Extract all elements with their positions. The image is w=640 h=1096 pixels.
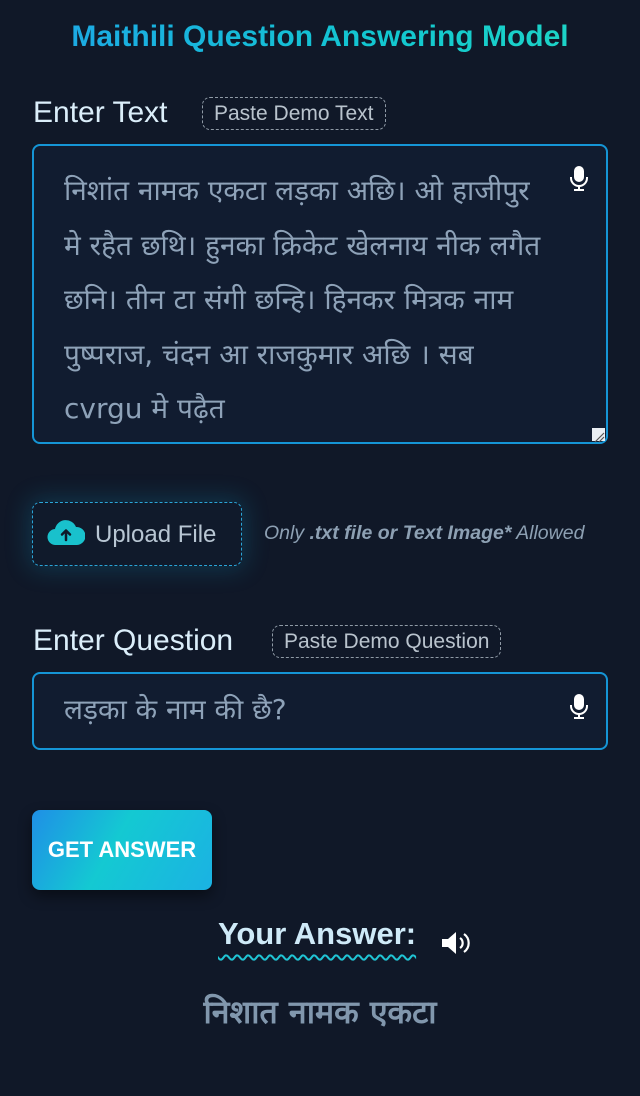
microphone-icon[interactable]: [570, 166, 588, 192]
app-page: Maithili Question Answering Model Enter …: [0, 0, 640, 1096]
upload-file-button[interactable]: Upload File: [32, 502, 242, 566]
enter-text-label: Enter Text: [33, 96, 168, 129]
page-title: Maithili Question Answering Model: [0, 20, 640, 54]
resize-handle[interactable]: [592, 428, 605, 443]
question-input-box[interactable]: लड़का के नाम की छै?: [32, 672, 608, 750]
upload-note-suffix: Allowed: [511, 522, 585, 544]
speaker-volume-icon[interactable]: [440, 930, 472, 956]
paste-demo-text-button[interactable]: Paste Demo Text: [202, 97, 386, 130]
text-input-value[interactable]: निशांत नामक एकटा लड़का अछि। ओ हाजीपुर मे…: [64, 164, 546, 436]
question-input[interactable]: लड़का के नाम की छै?: [64, 690, 546, 730]
your-answer-heading: Your Answer:: [218, 916, 417, 951]
text-input-area[interactable]: निशांत नामक एकटा लड़का अछि। ओ हाजीपुर मे…: [32, 144, 608, 444]
upload-note: Only .txt file or Text Image* Allowed: [264, 522, 634, 545]
paste-demo-question-button[interactable]: Paste Demo Question: [272, 625, 502, 658]
answer-value: निशात नामक एकटा: [203, 993, 437, 1031]
cloud-upload-icon: [47, 520, 85, 546]
get-answer-button[interactable]: GET ANSWER: [32, 810, 212, 890]
upload-file-label: Upload File: [95, 521, 217, 548]
enter-question-label: Enter Question: [33, 624, 234, 657]
upload-note-bold: .txt file or Text Image*: [309, 522, 512, 544]
microphone-icon[interactable]: [570, 694, 588, 720]
upload-note-prefix: Only: [264, 522, 310, 544]
